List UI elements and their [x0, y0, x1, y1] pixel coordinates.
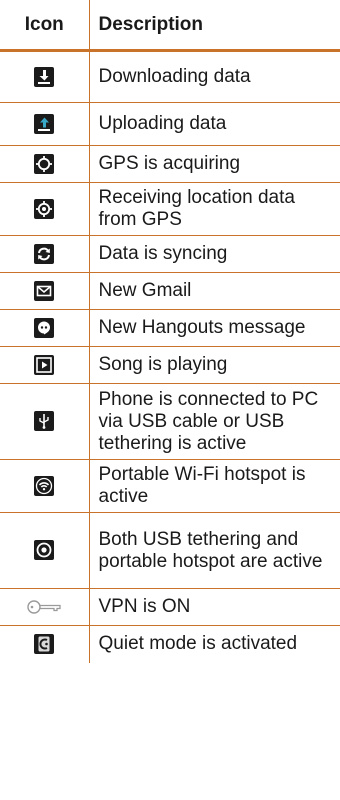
table-row: Data is syncing [0, 235, 340, 273]
description-cell: Downloading data [88, 50, 340, 103]
description-cell: GPS is acquiring [88, 145, 340, 183]
upload-icon [34, 113, 55, 134]
table-row: Both USB tethering and portable hotspot … [0, 512, 340, 589]
gps-acquiring-icon [34, 153, 55, 174]
hangouts-icon [34, 317, 55, 338]
description-cell: Both USB tethering and portable hotspot … [88, 512, 340, 589]
quiet-mode-icon [34, 634, 55, 655]
column-header-icon: Icon [0, 0, 89, 52]
download-icon [34, 66, 55, 87]
table-row: GPS is acquiring [0, 145, 340, 183]
table-row: New Hangouts message [0, 309, 340, 347]
description-cell: Phone is connected to PC via USB cable o… [88, 383, 340, 460]
vpn-key-icon [26, 597, 62, 617]
description-cell: Data is syncing [88, 235, 340, 273]
table-row: VPN is ON [0, 588, 340, 626]
sync-icon [34, 243, 55, 264]
wifi-hotspot-icon [34, 475, 55, 496]
description-cell: New Gmail [88, 272, 340, 310]
description-cell: New Hangouts message [88, 309, 340, 347]
table-row: Quiet mode is activated [0, 625, 340, 663]
table-row: Downloading data [0, 50, 340, 103]
table-row: Receiving location data from GPS [0, 182, 340, 236]
play-icon [34, 354, 55, 375]
table-header-row: Icon Description [0, 0, 340, 52]
column-header-description: Description [88, 0, 340, 52]
description-cell: VPN is ON [88, 588, 340, 626]
table-row: Phone is connected to PC via USB cable o… [0, 383, 340, 460]
description-cell: Receiving location data from GPS [88, 182, 340, 236]
description-cell: Portable Wi-Fi hotspot is active [88, 459, 340, 513]
gmail-icon [34, 280, 55, 301]
gps-receiving-icon [34, 198, 55, 219]
status-icons-table: Icon Description Downloading data Upload… [0, 0, 340, 663]
usb-and-hotspot-icon [34, 540, 55, 561]
description-cell: Song is playing [88, 346, 340, 384]
table-row: Uploading data [0, 102, 340, 146]
usb-icon [34, 411, 55, 432]
description-cell: Uploading data [88, 102, 340, 146]
table-row: New Gmail [0, 272, 340, 310]
description-cell: Quiet mode is activated [88, 625, 340, 663]
table-row: Portable Wi-Fi hotspot is active [0, 459, 340, 513]
table-row: Song is playing [0, 346, 340, 384]
